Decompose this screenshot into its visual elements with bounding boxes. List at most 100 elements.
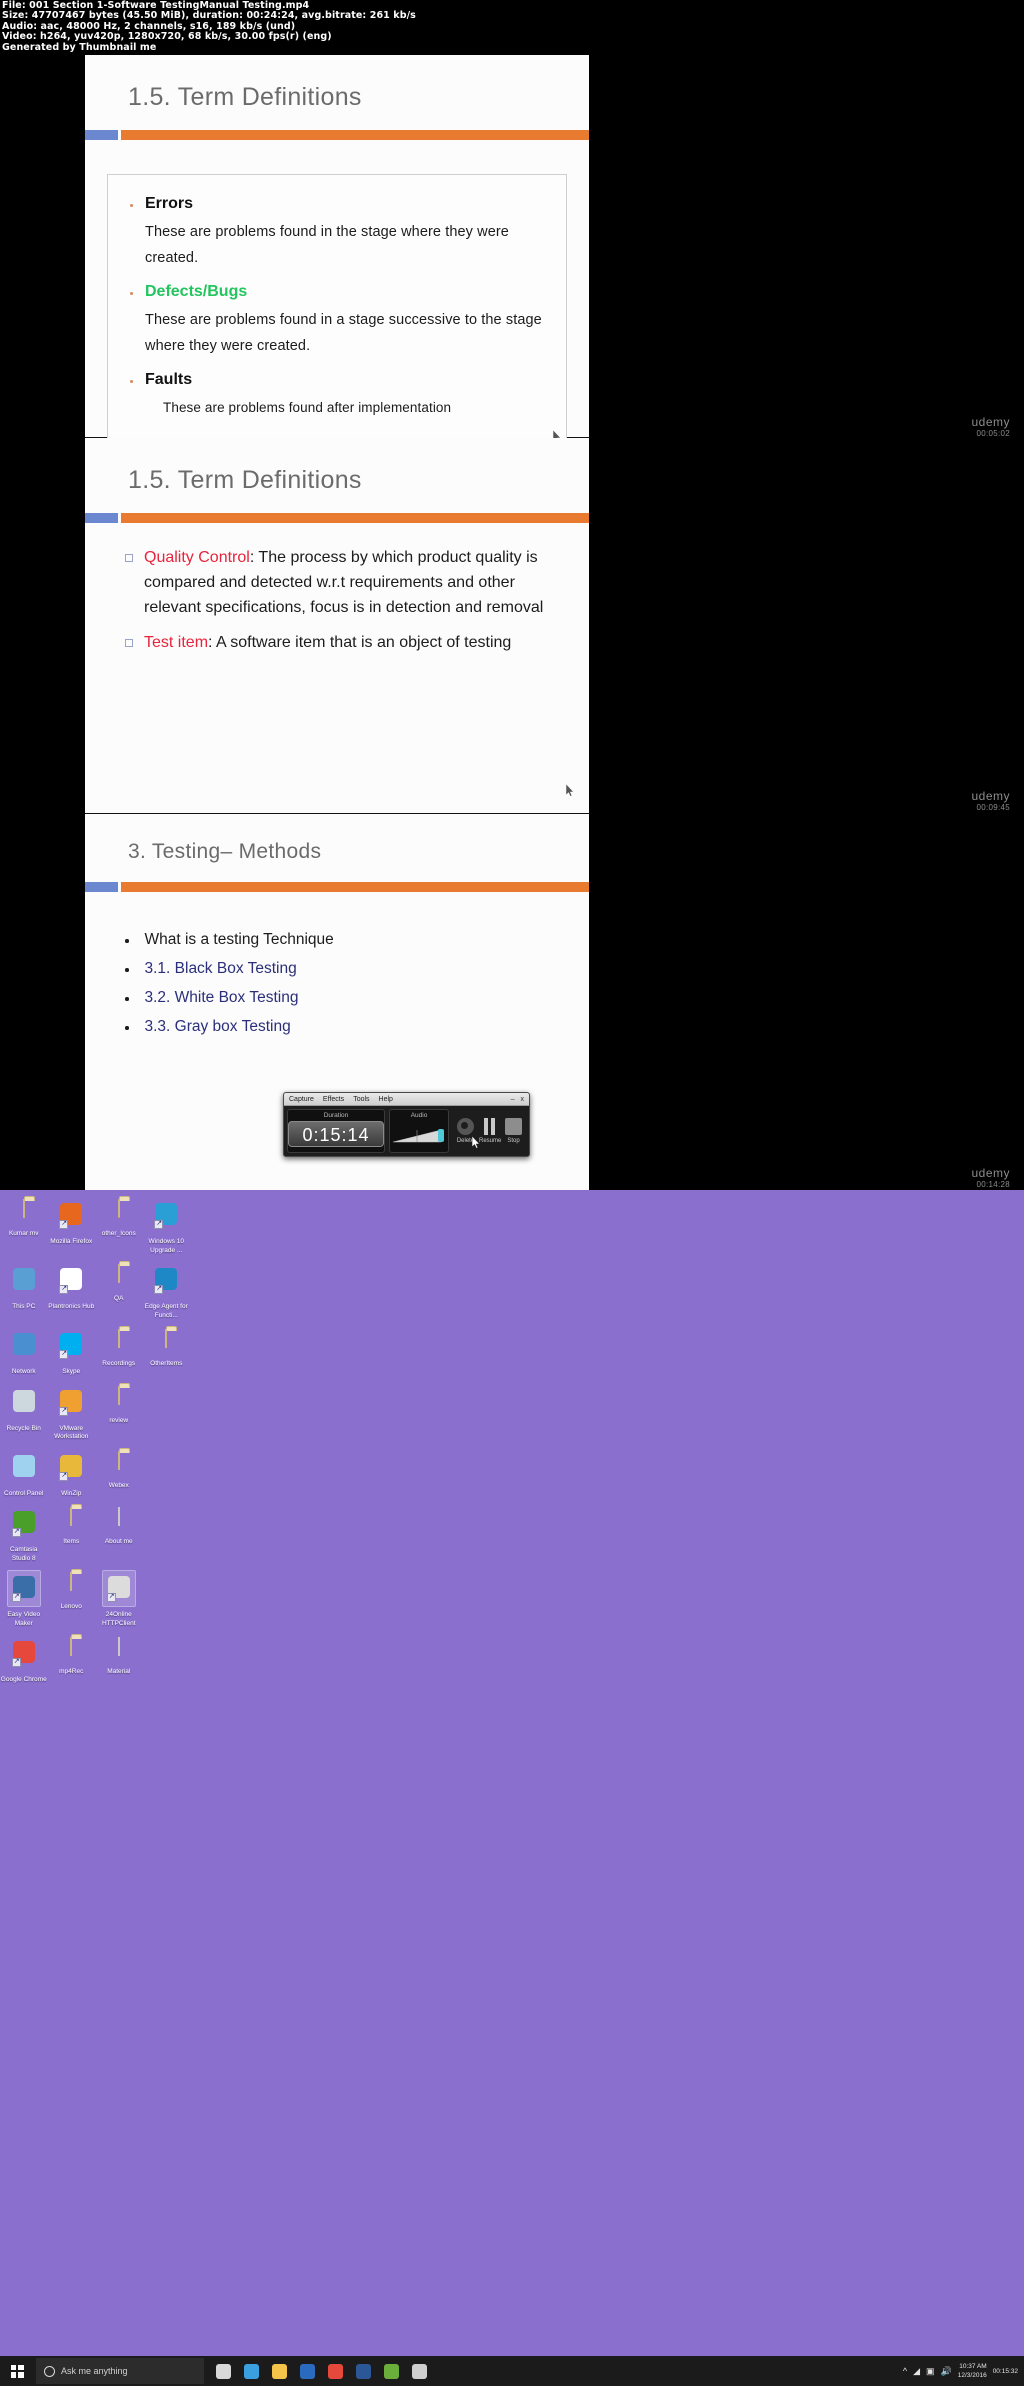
icon-image-box [6,1570,41,1607]
volume-icon[interactable]: 🔊 [941,2366,952,2377]
desktop-icon-mp4rec[interactable]: mp4Rec [48,1628,96,1685]
desktop-icon-qa[interactable]: QA [95,1255,143,1320]
menu-effects[interactable]: Effects [323,1096,344,1103]
taskbar-outlook-icon[interactable] [294,2358,320,2384]
taskbar-task-view-icon[interactable] [210,2358,236,2384]
desktop-icon-edge-agent-for-functi[interactable]: Edge Agent for Functi... [143,1255,191,1320]
desktop-icon-lenovo[interactable]: Lenovo [48,1563,96,1628]
desktop-icon-row: Network Skype Recordings OtherItems [0,1320,190,1377]
clock-time[interactable]: 10:37 AM [959,2363,986,2370]
slide-thumbnail-2[interactable]: 1.5. Term Definitions Quality Control: T… [85,438,589,814]
list-item: 3.3. Gray box Testing [125,1015,589,1039]
desktop-icon-label: other_Icons [101,1230,136,1237]
desktop-icon-control-panel[interactable]: Control Panel [0,1442,48,1499]
icon-image-box [103,1328,135,1360]
list-item: What is a testing Technique [125,928,589,952]
recorder-menubar[interactable]: Capture Effects Tools Help – x [284,1093,529,1106]
stop-button[interactable]: Stop [503,1115,524,1153]
slide-thumbnail-1[interactable]: 1.5. Term Definitions Errors These are p… [85,55,589,450]
close-button[interactable]: x [521,1096,525,1103]
desktop-icon-about-me[interactable]: About me [95,1498,143,1563]
cortana-circle-icon [44,2365,55,2377]
desktop-icon-easy-video-maker[interactable]: Easy Video Maker [0,1563,48,1628]
accent-bar-blue [85,130,118,140]
desktop-icon-camtasia-studio-8[interactable]: Camtasia Studio 8 [0,1498,48,1563]
square-bullet-icon [125,639,133,647]
camtasia-recorder-toolbar[interactable]: Capture Effects Tools Help – x Duration … [283,1092,530,1157]
show-hidden-icons-icon[interactable]: ^ [903,2366,907,2376]
menu-capture[interactable]: Capture [289,1096,314,1103]
desktop-icon-label: OtherItems [150,1360,183,1367]
taskbar-file-explorer-icon[interactable] [266,2358,292,2384]
icon-image-box [55,1263,87,1298]
desktop-icon-label: mp4Rec [59,1668,84,1675]
desktop-icon-recordings[interactable]: Recordings [95,1320,143,1377]
desktop-icon-google-chrome[interactable]: Google Chrome [0,1628,48,1685]
desktop-icon-material[interactable]: Material [95,1628,143,1685]
term-faults-body: These are problems found after implement… [163,400,452,415]
taskbar-chrome-icon[interactable] [322,2358,348,2384]
clock-date[interactable]: 12/3/2016 [958,2372,987,2379]
desktop-icon-other-icons[interactable]: other_Icons [95,1190,143,1255]
http-client-icon [106,1576,132,1602]
desktop-icon-label: Recycle Bin [6,1424,41,1432]
minimize-button[interactable]: – [511,1096,515,1103]
udemy-timestamp-3: 00:14:28 [976,1180,1010,1189]
desktop-icon-row: Kumar mv Mozilla Firefox other_Icons Window… [0,1190,190,1255]
desktop-icon-this-pc[interactable]: This PC [0,1255,48,1320]
desktop-icon-row: Recycle Bin VMware Workstation review [0,1377,190,1442]
taskbar-camtasia-icon[interactable] [378,2358,404,2384]
desktop-icon-24online-httpclient[interactable]: 24Online HTTPClient [95,1563,143,1628]
menu-tools[interactable]: Tools [353,1096,369,1103]
shortcut-overlay-icon [154,1284,164,1294]
windows-upgrade-icon [153,1203,179,1229]
system-tray[interactable]: ^ ◢ ▣ 🔊 10:37 AM 12/3/2016 00:15:32 [903,2362,1024,2380]
winzip-icon [58,1454,84,1481]
desktop-icon-recycle-bin[interactable]: Recycle Bin [0,1377,48,1442]
menu-help[interactable]: Help [379,1096,393,1103]
desktop-icon-windows-10-upgrade[interactable]: Windows 10 Upgrade ... [143,1190,191,1255]
taskbar-pinned-apps[interactable] [210,2358,432,2384]
windows-taskbar[interactable]: Ask me anything ^ ◢ ▣ 🔊 10:37 AM 12/3/20… [0,2356,1024,2386]
desktop-icon-vmware-workstation[interactable]: VMware Workstation [48,1377,96,1442]
taskbar-word-icon[interactable] [350,2358,376,2384]
firefox-icon [58,1203,84,1229]
slide-3-content: What is a testing Technique 3.1. Black B… [125,928,589,1039]
desktop-icon-review[interactable]: review [95,1377,143,1442]
vmware-icon [58,1389,84,1416]
desktop-icon-winzip[interactable]: WinZip [48,1442,96,1499]
bullet-dot-icon [125,997,129,1001]
desktop-icon-kumar-mv[interactable]: Kumar mv [0,1190,48,1255]
camtasia-icon [11,1511,37,1537]
desktop-icon-items[interactable]: Items [48,1498,96,1563]
desktop-icon-otheritems[interactable]: OtherItems [143,1320,191,1377]
desktop-icon-network[interactable]: Network [0,1320,48,1377]
term-faults-heading: Faults [145,371,193,388]
recorder-controls[interactable]: Delete Resume Stop [453,1109,526,1153]
start-button[interactable] [0,2356,34,2386]
desktop-icon-skype[interactable]: Skype [48,1320,96,1377]
accent-bar-orange [121,882,589,892]
audio-level-meter-icon[interactable] [391,1122,447,1148]
icon-image-box [103,1263,135,1295]
network-globe-icon [11,1333,37,1359]
taskbar-edge-icon[interactable] [238,2358,264,2384]
desktop-icon-mozilla-firefox[interactable]: Mozilla Firefox [48,1190,96,1255]
desktop-icon-plantronics-hub[interactable]: Plantronics Hub [48,1255,96,1320]
plantronics-icon [58,1268,84,1294]
network-icon[interactable]: ▣ [926,2366,935,2377]
audio-label: Audio [410,1112,428,1119]
resume-button[interactable]: Resume [479,1115,501,1153]
windows-desktop[interactable]: Kumar mv Mozilla Firefox other_Icons Window… [0,1190,1024,2386]
shortcut-overlay-icon [11,1527,21,1537]
desktop-icon-label: 24Online HTTPClient [101,1611,136,1627]
desktop-icon-webex[interactable]: Webex [95,1442,143,1499]
accent-bar-orange [121,513,589,523]
taskbar-media-icon[interactable] [406,2358,432,2384]
desktop-icon-label: WinZip [61,1489,82,1497]
slide-1-title: 1.5. Term Definitions [128,83,362,111]
shortcut-overlay-icon [11,1657,21,1667]
search-input[interactable]: Ask me anything [36,2358,204,2384]
wifi-icon[interactable]: ◢ [913,2366,920,2377]
slide-2-accent-bars [85,513,589,523]
